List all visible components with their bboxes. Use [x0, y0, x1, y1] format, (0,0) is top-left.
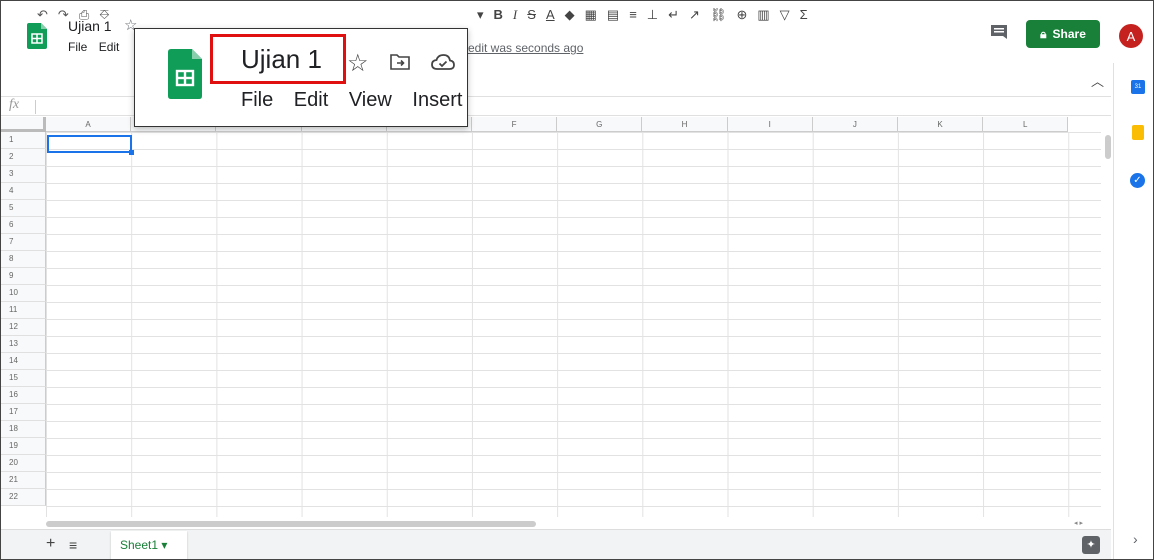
text-rotation-icon[interactable]: ↗ [689, 7, 700, 23]
zoom-sheets-logo-icon [168, 49, 202, 99]
row-header[interactable]: 7 [1, 234, 46, 251]
row-header[interactable]: 5 [1, 200, 46, 217]
print-icon[interactable]: ⎙ [79, 7, 89, 23]
column-header[interactable]: K [898, 117, 984, 132]
tasks-icon[interactable]: ✓ [1130, 173, 1145, 188]
column-header[interactable]: L [983, 117, 1069, 132]
horizontal-scroll-thumb[interactable] [46, 521, 536, 527]
formula-separator [35, 100, 36, 114]
row-header[interactable]: 8 [1, 251, 46, 268]
insert-chart-icon[interactable]: ▥ [757, 7, 769, 23]
row-header[interactable]: 2 [1, 149, 46, 166]
menu-file[interactable]: File [68, 40, 87, 54]
row-header[interactable]: 16 [1, 387, 46, 404]
column-header[interactable]: H [642, 117, 728, 132]
select-all-corner[interactable] [1, 117, 46, 132]
toolbar-format: ▾ B I S A ◆ ▦ ▤ ≡ ⊥ ↵ ↗ ⛓ ⊕ ▥ ▽ Σ [477, 7, 808, 23]
row-header[interactable]: 11 [1, 302, 46, 319]
row-header[interactable]: 20 [1, 455, 46, 472]
explore-icon[interactable]: ✦ [1082, 536, 1100, 554]
column-header[interactable]: G [557, 117, 643, 132]
row-header[interactable]: 14 [1, 353, 46, 370]
row-header[interactable]: 19 [1, 438, 46, 455]
text-color-icon[interactable]: A [546, 7, 555, 23]
keep-icon[interactable] [1132, 125, 1144, 140]
zoom-document-title: Ujian 1 [241, 44, 322, 74]
filter-icon[interactable]: ▽ [780, 7, 790, 23]
column-header[interactable]: A [46, 117, 132, 132]
zoom-menu-insert: Insert [412, 89, 463, 111]
bold-icon[interactable]: B [494, 7, 503, 23]
insert-comment-icon[interactable]: ⊕ [736, 7, 747, 23]
fill-color-icon[interactable]: ◆ [565, 7, 575, 23]
all-sheets-button[interactable]: ≡ [69, 537, 77, 553]
row-header[interactable]: 17 [1, 404, 46, 421]
undo-icon[interactable]: ↶ [37, 7, 48, 23]
text-wrap-icon[interactable]: ↵ [668, 7, 679, 23]
zoom-menu-edit: Edit [293, 89, 329, 111]
menu-bar: File Edit [68, 40, 127, 54]
fill-handle[interactable] [129, 150, 134, 155]
horizontal-align-icon[interactable]: ≡ [629, 7, 637, 23]
menu-edit[interactable]: Edit [99, 40, 120, 54]
zoom-menu-view: View [348, 89, 392, 111]
row-header[interactable]: 9 [1, 268, 46, 285]
zoom-cloud-saved-icon [431, 54, 455, 70]
comment-history-icon[interactable] [991, 25, 1007, 39]
share-button[interactable]: 🔒︎ Share [1026, 20, 1100, 48]
fx-icon: fx [9, 97, 20, 112]
sheets-window: Ujian 1 ☆ File Edit edit was seconds ago… [0, 0, 1154, 560]
strikethrough-icon[interactable]: S [527, 7, 536, 23]
column-header[interactable]: F [472, 117, 558, 132]
row-header[interactable]: 12 [1, 319, 46, 336]
share-label: Share [1052, 27, 1086, 41]
column-header[interactable]: J [812, 117, 898, 132]
last-edit-link[interactable]: edit was seconds ago [468, 41, 583, 55]
spreadsheet-grid[interactable]: ABCDEFGHIJKL1234567891011121314151617181… [1, 117, 1106, 517]
cell-area[interactable] [46, 132, 1106, 517]
redo-icon[interactable]: ↷ [58, 7, 69, 23]
row-header[interactable]: 18 [1, 421, 46, 438]
lock-icon: 🔒︎ [1040, 26, 1047, 41]
expand-side-panel-icon[interactable]: › [1133, 531, 1138, 547]
row-header[interactable]: 10 [1, 285, 46, 302]
calendar-icon[interactable]: 31 [1131, 80, 1145, 94]
vertical-align-icon[interactable]: ⊥ [647, 7, 658, 23]
toolbar-left: ↶ ↷ ⎙ ⎑ [37, 7, 109, 23]
zoom-move-folder-icon [390, 54, 410, 70]
vertical-scrollbar[interactable] [1101, 131, 1111, 516]
collapse-menus-icon[interactable]: ︿ [1091, 71, 1104, 90]
selected-cell-a1[interactable] [47, 135, 132, 153]
italic-icon[interactable]: I [513, 7, 517, 23]
sheet-tab-sheet1[interactable]: Sheet1 ▾ [111, 531, 187, 559]
row-header[interactable]: 4 [1, 183, 46, 200]
borders-icon[interactable]: ▦ [585, 7, 597, 23]
row-header[interactable]: 1 [1, 132, 46, 149]
sheets-logo-icon[interactable] [27, 23, 47, 49]
row-header[interactable]: 21 [1, 472, 46, 489]
add-sheet-button[interactable]: + [46, 535, 55, 553]
zoom-menu-bar: File Edit View Insert [241, 89, 466, 112]
row-header[interactable]: 3 [1, 166, 46, 183]
functions-icon[interactable]: Σ [800, 7, 808, 23]
font-size-dropdown-icon[interactable]: ▾ [477, 7, 484, 23]
row-header[interactable]: 6 [1, 217, 46, 234]
merge-cells-icon[interactable]: ▤ [607, 7, 619, 23]
zoom-menu-file: File [241, 89, 274, 111]
paint-format-icon[interactable]: ⎑ [99, 7, 109, 23]
row-header[interactable]: 13 [1, 336, 46, 353]
insert-link-icon[interactable]: ⛓ [710, 7, 727, 23]
avatar[interactable]: A [1119, 24, 1143, 48]
column-header[interactable]: I [727, 117, 813, 132]
scroll-arrows-icon[interactable]: ◂ ▸ [1074, 519, 1083, 527]
row-header[interactable]: 22 [1, 489, 46, 506]
row-header[interactable]: 15 [1, 370, 46, 387]
zoom-star-icon: ☆ [347, 50, 369, 77]
vertical-scroll-thumb[interactable] [1105, 135, 1111, 159]
